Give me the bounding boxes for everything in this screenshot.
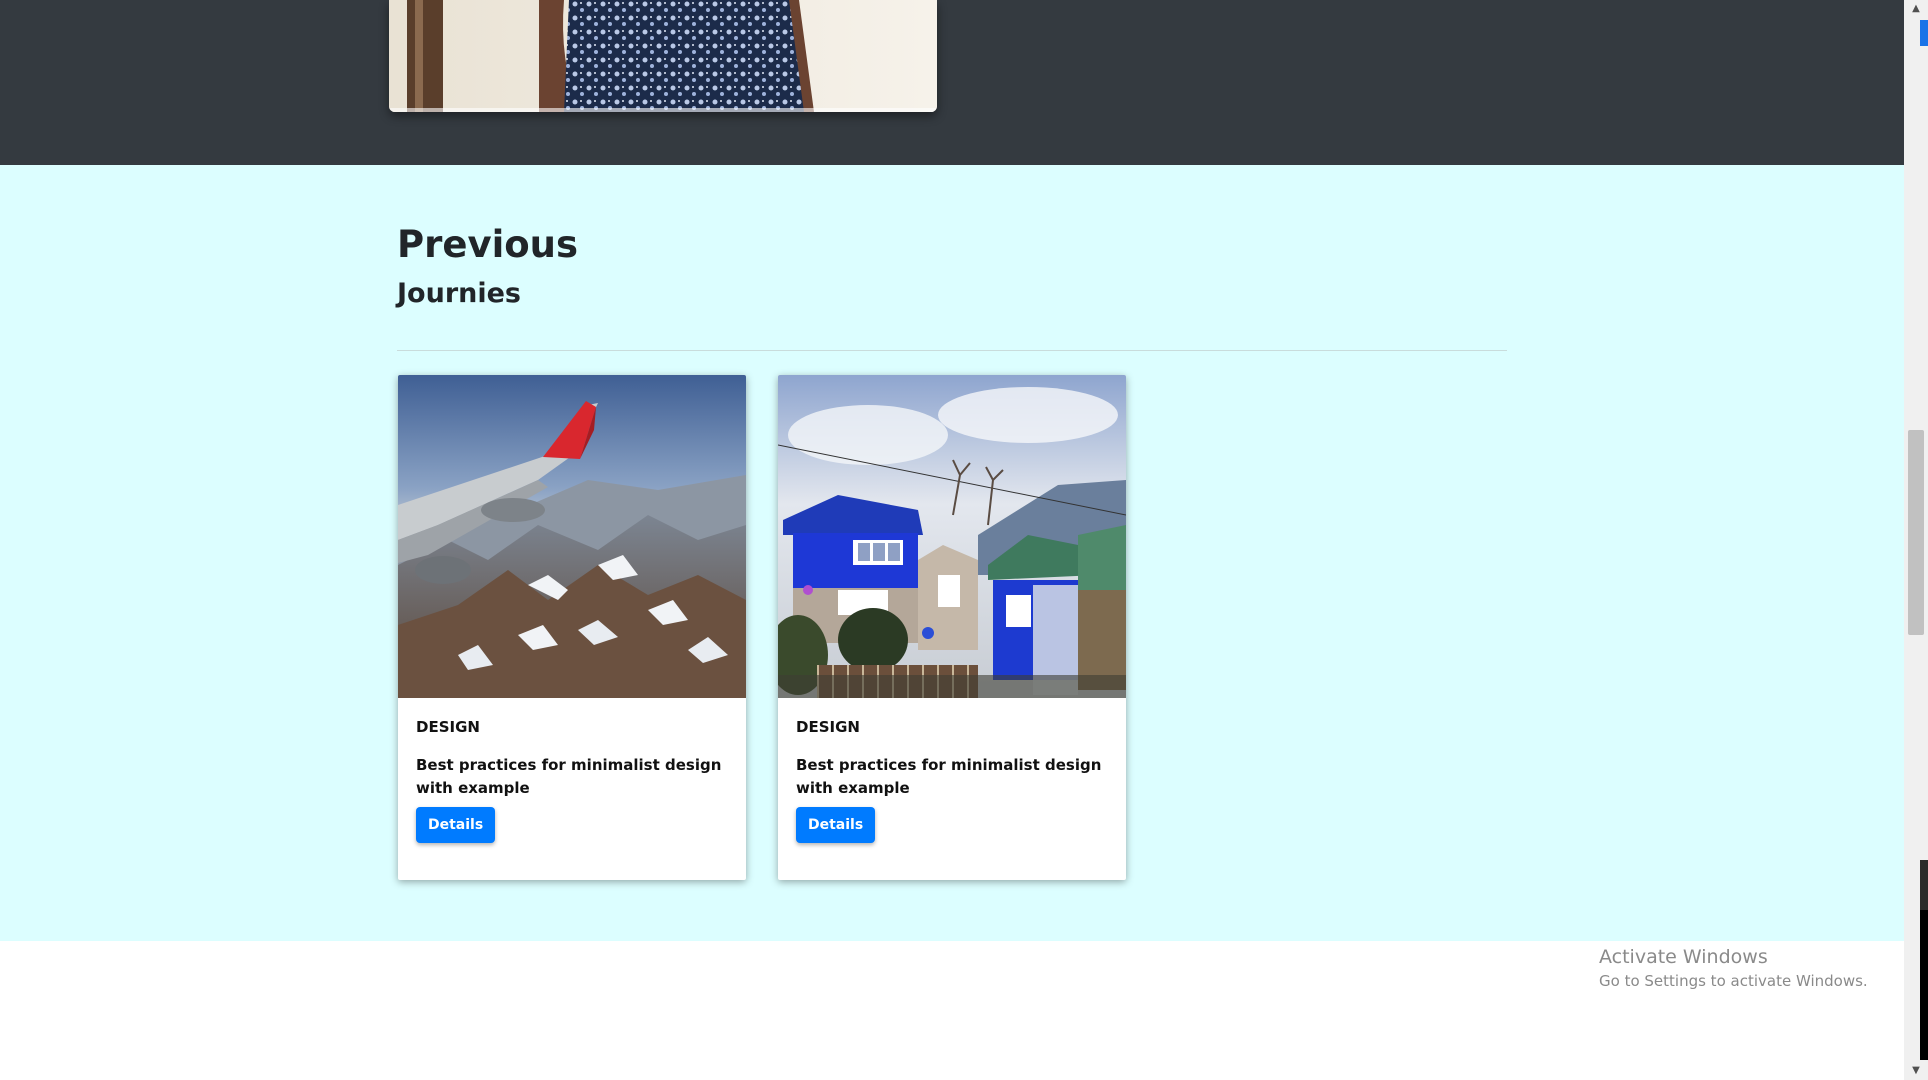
watermark-subtitle: Go to Settings to activate Windows. bbox=[1599, 972, 1868, 990]
edge-indicator bbox=[1920, 910, 1928, 1060]
edge-indicator bbox=[1920, 860, 1928, 910]
section-title: Previous bbox=[397, 223, 579, 266]
card-category: DESIGN bbox=[796, 718, 860, 736]
scroll-up-arrow-icon[interactable]: ▲ bbox=[1904, 0, 1928, 18]
hero-photo bbox=[389, 0, 937, 112]
watermark-title: Activate Windows bbox=[1599, 946, 1768, 968]
windows-activation-watermark: Activate Windows Go to Settings to activ… bbox=[1599, 946, 1868, 990]
card-body: DESIGN Best practices for minimalist des… bbox=[416, 718, 728, 843]
card-text: Best practices for minimalist design wit… bbox=[416, 756, 722, 797]
hero-section bbox=[0, 0, 1904, 165]
page-content: Previous Journies DESIGN Best practices … bbox=[0, 0, 1904, 1080]
scroll-down-arrow-icon[interactable]: ▼ bbox=[1904, 1062, 1928, 1080]
journey-card-2: DESIGN Best practices for minimalist des… bbox=[778, 375, 1126, 880]
card-category: DESIGN bbox=[416, 718, 480, 736]
card-image-blue-houses bbox=[778, 375, 1126, 698]
card-body: DESIGN Best practices for minimalist des… bbox=[796, 718, 1108, 843]
scroll-thumb[interactable] bbox=[1908, 430, 1924, 635]
details-button[interactable]: Details bbox=[796, 807, 876, 843]
details-button[interactable]: Details bbox=[416, 807, 496, 843]
edge-indicator bbox=[1920, 20, 1928, 46]
journey-card-1: DESIGN Best practices for minimalist des… bbox=[398, 375, 746, 880]
section-subtitle: Journies bbox=[397, 278, 521, 309]
card-image-airplane-wing bbox=[398, 375, 746, 698]
section-divider bbox=[397, 350, 1507, 351]
browser-viewport: Previous Journies DESIGN Best practices … bbox=[0, 0, 1928, 1080]
card-text: Best practices for minimalist design wit… bbox=[796, 756, 1102, 797]
previous-journeys-section: Previous Journies DESIGN Best practices … bbox=[0, 165, 1904, 941]
